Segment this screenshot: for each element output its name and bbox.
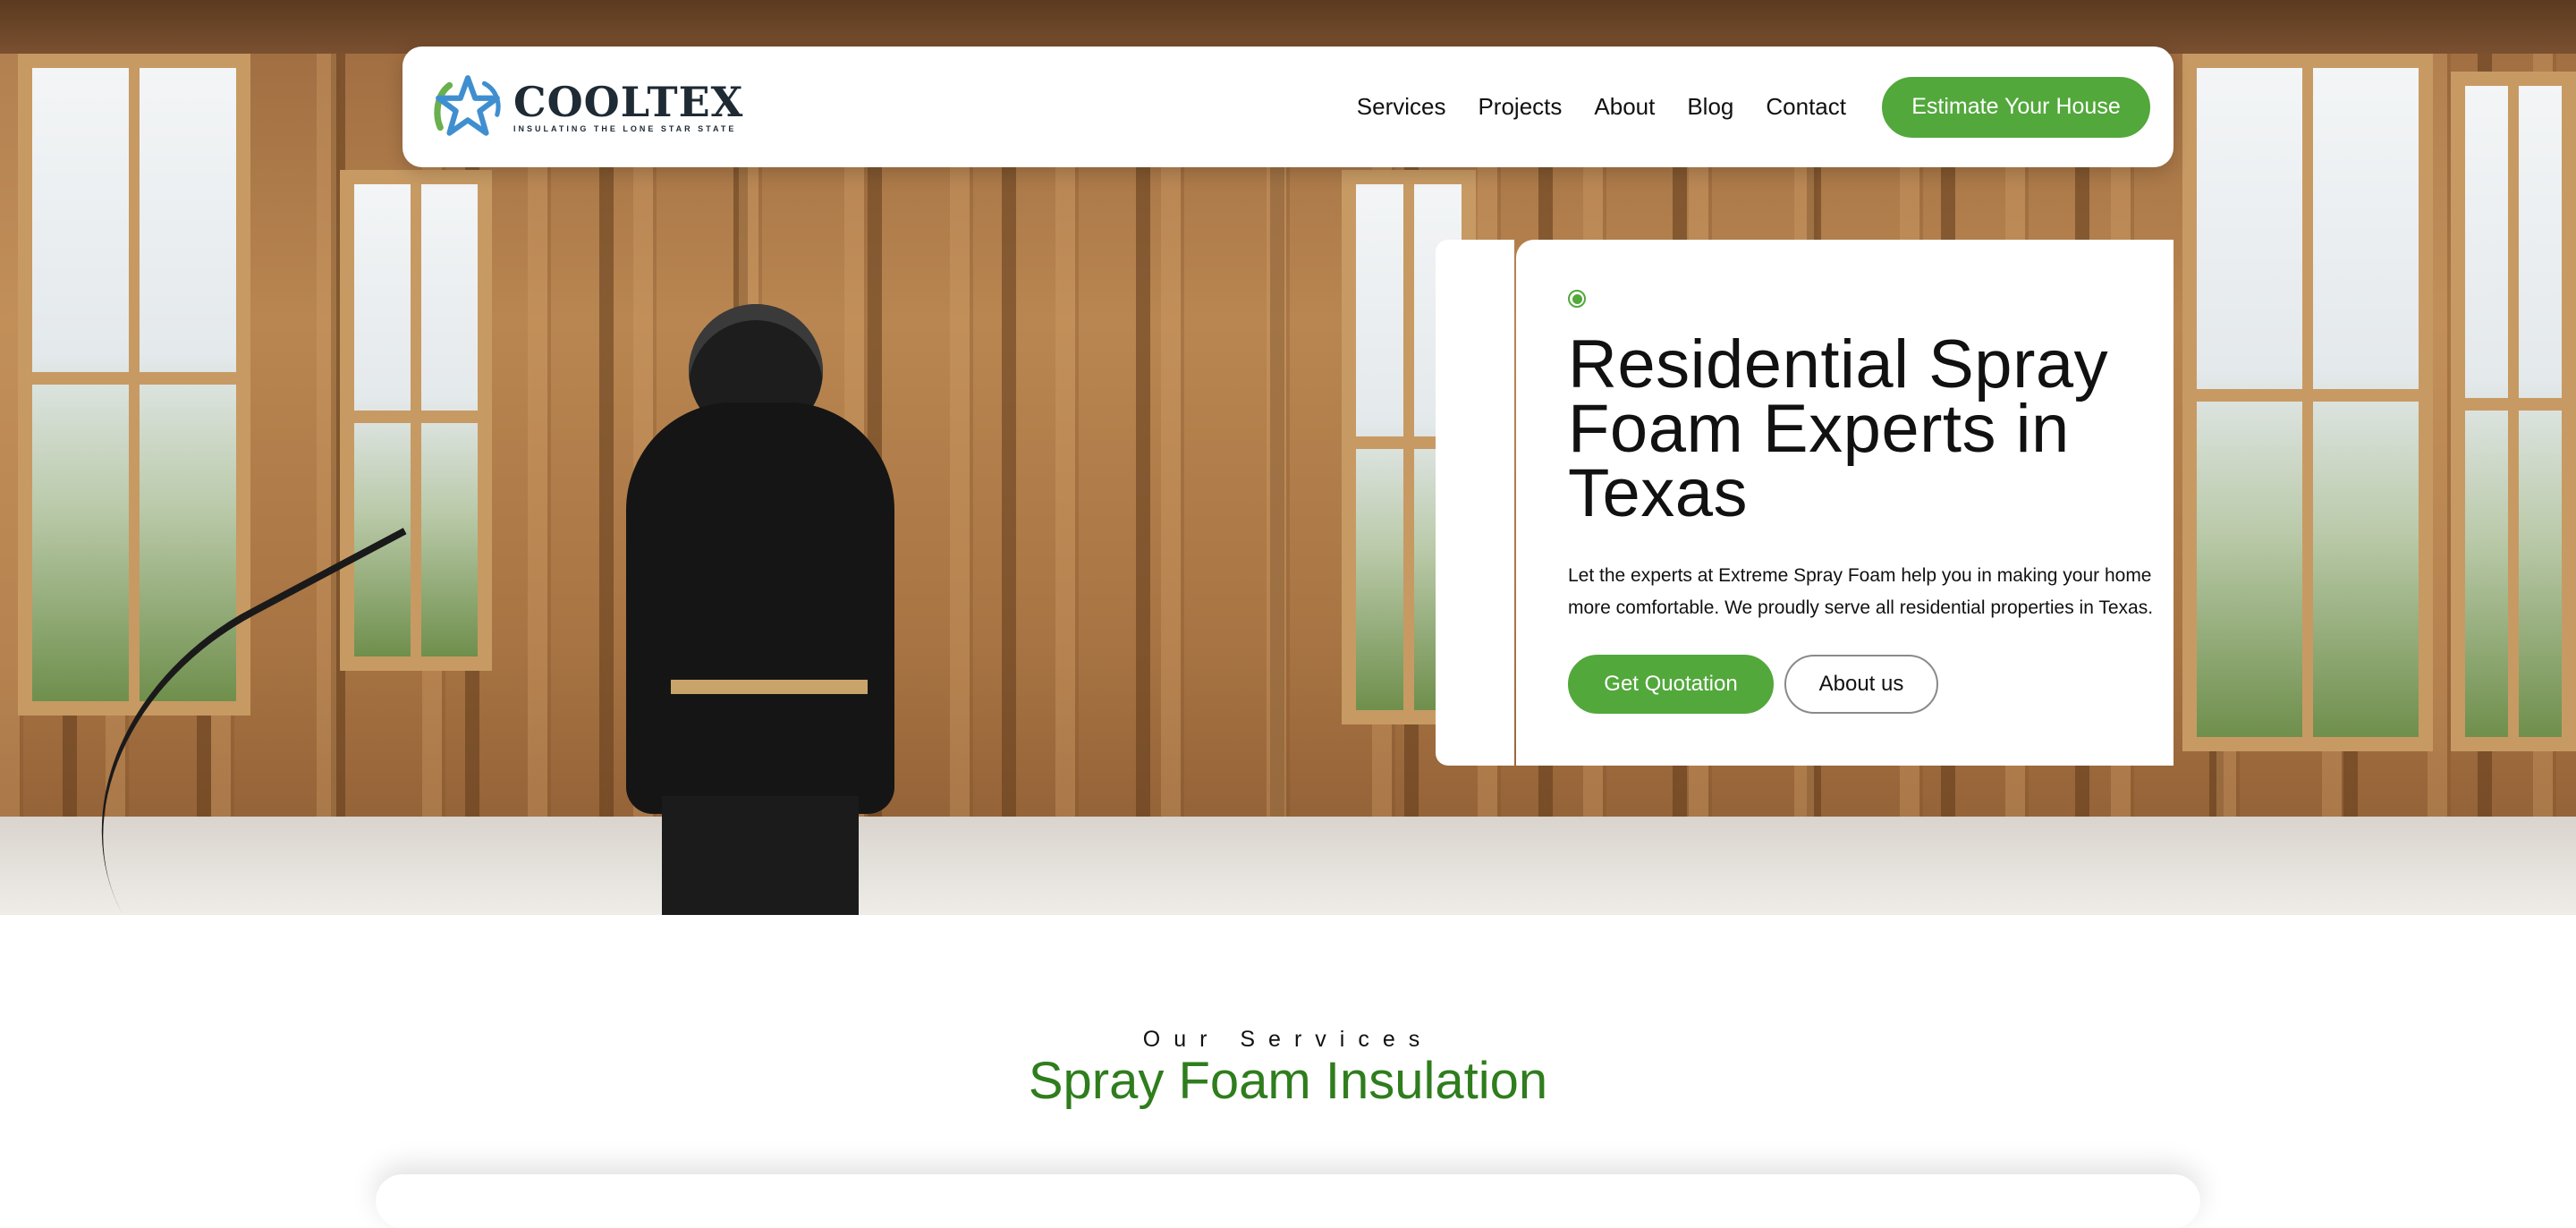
window-right	[2182, 54, 2433, 751]
site-header: COOLTEX INSULATING THE LONE STAR STATE S…	[402, 47, 2174, 167]
services-section: Our Services Spray Foam Insulation	[0, 915, 2576, 1195]
nav-about[interactable]: About	[1594, 93, 1655, 121]
brand-wordmark: COOLTEX INSULATING THE LONE STAR STATE	[513, 81, 743, 133]
estimate-house-button[interactable]: Estimate Your House	[1882, 76, 2150, 138]
hero-description: Let the experts at Extreme Spray Foam he…	[1568, 565, 2154, 618]
hero-actions: Get Quotation About us	[1568, 655, 2174, 714]
nav-services[interactable]: Services	[1357, 93, 1446, 121]
services-title: Spray Foam Insulation	[1028, 1052, 1548, 1110]
hero-card-tab	[1436, 240, 1514, 766]
hero-title: Residential Spray Foam Experts in Texas	[1568, 326, 2109, 531]
star-logo-icon	[434, 74, 501, 136]
services-eyebrow: Our Services	[1142, 1027, 1434, 1052]
about-us-button[interactable]: About us	[1784, 655, 1938, 714]
nav-blog[interactable]: Blog	[1687, 93, 1733, 121]
nav-contact[interactable]: Contact	[1766, 93, 1846, 121]
services-card-edge	[376, 1174, 2200, 1228]
nav-projects[interactable]: Projects	[1478, 93, 1562, 121]
indicator-dot-icon	[1568, 290, 1586, 308]
brand-logo[interactable]: COOLTEX INSULATING THE LONE STAR STATE	[431, 71, 743, 144]
brand-tagline: INSULATING THE LONE STAR STATE	[513, 123, 737, 133]
window-far-right	[2451, 72, 2576, 751]
get-quotation-button[interactable]: Get Quotation	[1568, 655, 1774, 714]
ceiling-beam	[0, 0, 2576, 54]
window-left	[18, 54, 250, 716]
hero-card: Residential Spray Foam Experts in Texas …	[1516, 240, 2174, 766]
main-nav: Services Projects About Blog Contact Est…	[1357, 76, 2150, 138]
brand-name: COOLTEX	[513, 77, 744, 126]
worker-figure	[590, 295, 912, 915]
